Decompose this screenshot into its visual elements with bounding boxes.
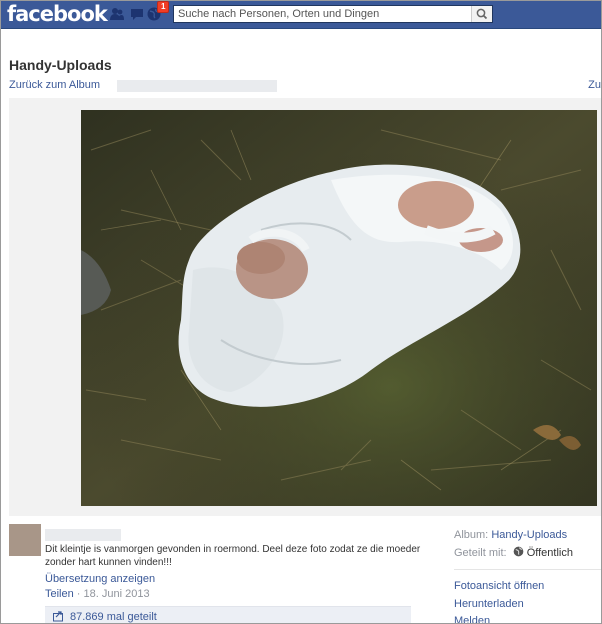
share-count-bar: 87.869 mal geteilt [45, 606, 411, 623]
search-box [173, 5, 493, 23]
search-input[interactable] [174, 6, 468, 22]
post-date[interactable]: 18. Juni 2013 [84, 588, 150, 600]
top-navigation-bar: facebook 1 [1, 1, 601, 29]
share-count[interactable]: 87.869 mal geteilt [70, 611, 157, 623]
browser-frame: facebook 1 Handy-Uploads Zurück zum Albu… [0, 0, 602, 624]
shared-with-label: Geteilt mit: [454, 547, 507, 559]
share-icon [53, 611, 63, 622]
privacy-value[interactable]: Öffentlich [527, 547, 573, 559]
download-link[interactable]: Herunterladen [454, 598, 524, 610]
globe-icon [513, 546, 523, 557]
avatar[interactable] [9, 524, 41, 556]
back-to-album-link[interactable]: Zurück zum Album [9, 79, 100, 91]
photo[interactable] [81, 110, 597, 506]
facebook-logo[interactable]: facebook [7, 2, 108, 26]
search-icon [476, 8, 488, 20]
translate-link[interactable]: Übersetzung anzeigen [45, 573, 155, 585]
post-meta: Teilen · 18. Juni 2013 [45, 588, 150, 600]
search-button[interactable] [471, 6, 492, 22]
next-nav-link[interactable]: Zu [588, 79, 601, 91]
post-caption: Dit kleintje is vanmorgen gevonden in ro… [45, 544, 421, 568]
photo-image [81, 110, 597, 506]
privacy-info: Geteilt mit: Öffentlich [454, 546, 573, 559]
meta-separator: · [73, 588, 84, 600]
friends-icon[interactable] [109, 6, 125, 22]
messages-icon[interactable] [129, 6, 145, 22]
redacted-author-name [45, 529, 121, 541]
notification-badge: 1 [157, 1, 170, 13]
album-label: Album: [454, 529, 489, 541]
album-info: Album: Handy-Uploads [454, 529, 567, 541]
album-link[interactable]: Handy-Uploads [491, 529, 567, 541]
sidebar-divider [454, 569, 601, 570]
report-link[interactable]: Melden [454, 615, 490, 623]
redacted-name [117, 80, 277, 92]
open-photo-view-link[interactable]: Fotoansicht öffnen [454, 580, 544, 592]
share-link[interactable]: Teilen [45, 588, 74, 600]
album-title[interactable]: Handy-Uploads [9, 57, 112, 73]
